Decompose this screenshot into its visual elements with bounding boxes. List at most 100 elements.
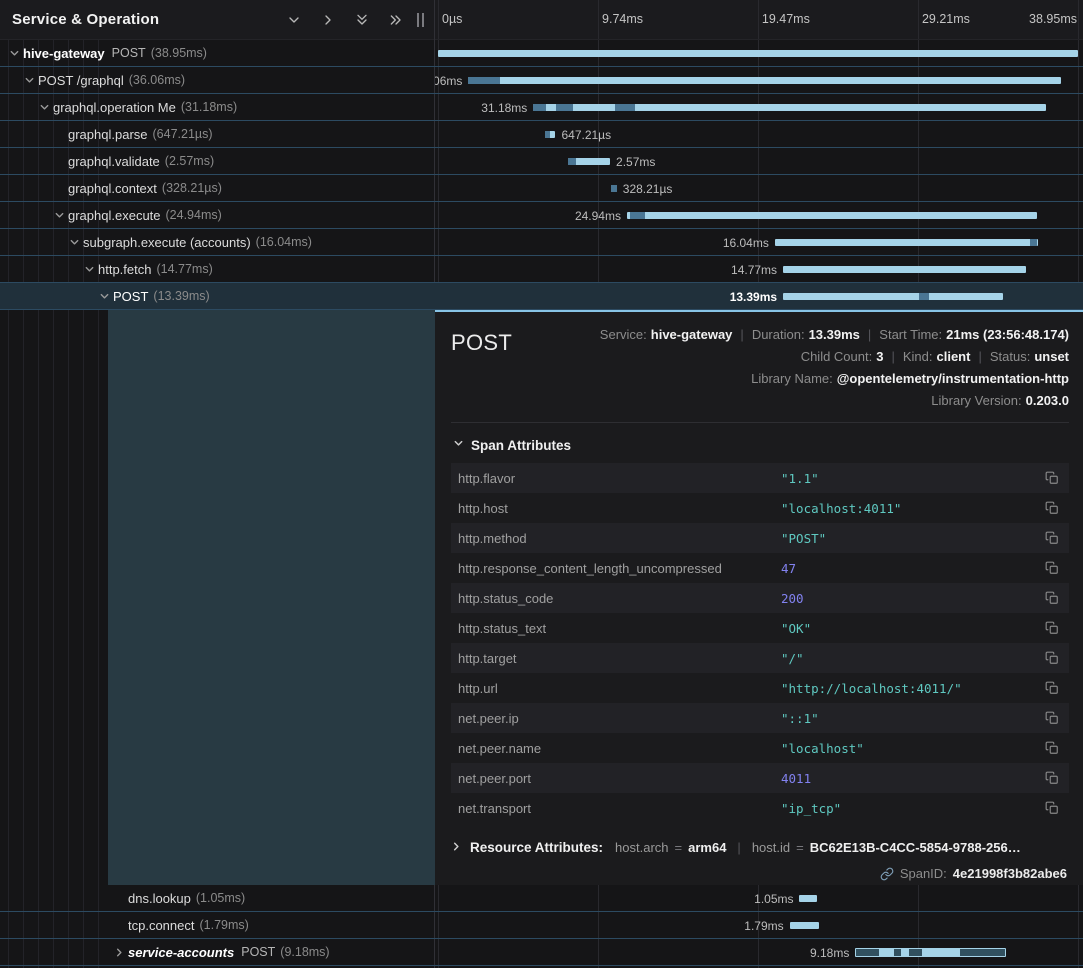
waterfall-row[interactable]: 31.18ms bbox=[435, 94, 1083, 121]
attribute-row: net.transport"ip_tcp" bbox=[451, 793, 1069, 823]
span-bar[interactable] bbox=[775, 239, 1039, 246]
span-tree-row[interactable]: subgraph.execute (accounts)(16.04ms) bbox=[0, 229, 435, 256]
meta-label: Library Name: bbox=[751, 371, 833, 386]
meta-value: 0.203.0 bbox=[1026, 393, 1069, 408]
span-tree-row[interactable]: POST(13.39ms) bbox=[0, 283, 435, 310]
expander-down-icon[interactable] bbox=[8, 47, 21, 60]
copy-icon[interactable] bbox=[1045, 531, 1059, 545]
span-duration-label: 31.18ms bbox=[481, 101, 527, 115]
chevron-right-icon[interactable] bbox=[317, 9, 339, 31]
span-bar[interactable] bbox=[438, 50, 1078, 57]
expander-down-icon[interactable] bbox=[23, 74, 36, 87]
span-tree-row[interactable]: POST /graphql(36.06ms) bbox=[0, 67, 435, 94]
span-bar[interactable] bbox=[790, 922, 819, 929]
link-icon[interactable] bbox=[880, 867, 894, 881]
chevrons-down-icon[interactable] bbox=[351, 9, 373, 31]
waterfall-row[interactable]: 1.05ms bbox=[435, 885, 1083, 912]
span-tree-row[interactable]: hive-gatewayPOST(38.95ms) bbox=[0, 40, 435, 67]
span-attributes-toggle[interactable]: Span Attributes bbox=[453, 436, 1069, 454]
span-name: service-accounts bbox=[128, 945, 234, 960]
waterfall-row[interactable]: 38.95ms bbox=[435, 40, 1083, 67]
meta-value: client bbox=[937, 349, 971, 364]
expander-down-icon[interactable] bbox=[83, 263, 96, 276]
resource-value: arm64 bbox=[688, 840, 726, 855]
meta-value: @opentelemetry/instrumentation-http bbox=[837, 371, 1069, 386]
span-bar[interactable] bbox=[568, 158, 610, 165]
waterfall-row[interactable]: 1.79ms bbox=[435, 912, 1083, 939]
expander-down-icon[interactable] bbox=[53, 209, 66, 222]
span-duration-label: 9.18ms bbox=[810, 946, 849, 960]
expander-down-icon[interactable] bbox=[38, 101, 51, 114]
waterfall-row[interactable]: 24.94ms bbox=[435, 202, 1083, 229]
span-bar[interactable] bbox=[533, 104, 1045, 111]
copy-icon[interactable] bbox=[1045, 741, 1059, 755]
resource-attributes-toggle[interactable]: Resource Attributes: host.arch=arm64|hos… bbox=[451, 840, 1069, 855]
copy-icon[interactable] bbox=[1045, 681, 1059, 695]
copy-icon[interactable] bbox=[1045, 501, 1059, 515]
copy-icon[interactable] bbox=[1045, 771, 1059, 785]
span-meta: Service:hive-gateway|Duration:13.39ms|St… bbox=[600, 324, 1069, 412]
span-bar[interactable] bbox=[468, 77, 1061, 84]
span-bar[interactable] bbox=[799, 895, 816, 902]
span-tree-row[interactable]: graphql.validate(2.57ms) bbox=[0, 148, 435, 175]
chevrons-right-icon[interactable] bbox=[385, 9, 407, 31]
tree-panel-header: Service & Operation bbox=[0, 0, 434, 40]
copy-icon[interactable] bbox=[1045, 801, 1059, 815]
span-tree-row[interactable]: tcp.connect(1.79ms) bbox=[0, 912, 435, 939]
copy-icon[interactable] bbox=[1045, 591, 1059, 605]
attribute-row: http.method"POST" bbox=[451, 523, 1069, 553]
span-bar[interactable] bbox=[627, 212, 1037, 219]
waterfall-row[interactable]: 647.21µs bbox=[435, 121, 1083, 148]
span-bar[interactable] bbox=[783, 293, 1003, 300]
span-tree-row[interactable]: graphql.operation Me(31.18ms) bbox=[0, 94, 435, 121]
waterfall-row[interactable]: 14.77ms bbox=[435, 256, 1083, 283]
expander-right-icon[interactable] bbox=[113, 946, 126, 959]
span-tree-row[interactable]: service-accountsPOST(9.18ms) bbox=[0, 939, 435, 966]
span-tree-row[interactable]: http.fetch(14.77ms) bbox=[0, 256, 435, 283]
span-name: graphql.validate bbox=[68, 154, 160, 169]
equals-sign: = bbox=[796, 840, 804, 855]
copy-icon[interactable] bbox=[1045, 651, 1059, 665]
waterfall-row[interactable]: 2.57ms bbox=[435, 148, 1083, 175]
copy-icon[interactable] bbox=[1045, 561, 1059, 575]
attribute-key: http.response_content_length_uncompresse… bbox=[458, 561, 781, 576]
waterfall-row[interactable]: 9.18ms bbox=[435, 939, 1083, 966]
expander-spacer bbox=[53, 182, 66, 195]
chevron-down-icon[interactable] bbox=[283, 9, 305, 31]
expander-down-icon[interactable] bbox=[98, 290, 111, 303]
waterfall-row[interactable]: 16.04ms bbox=[435, 229, 1083, 256]
waterfall-row[interactable]: 13.39ms bbox=[435, 283, 1083, 310]
selected-span-region[interactable] bbox=[108, 310, 435, 885]
copy-icon[interactable] bbox=[1045, 711, 1059, 725]
expander-spacer bbox=[53, 155, 66, 168]
equals-sign: = bbox=[675, 840, 683, 855]
span-bar-segment bbox=[611, 185, 616, 192]
copy-icon[interactable] bbox=[1045, 471, 1059, 485]
attribute-value: 200 bbox=[781, 591, 1037, 606]
span-bar[interactable] bbox=[783, 266, 1026, 273]
attribute-row: http.target"/" bbox=[451, 643, 1069, 673]
meta-label: Status: bbox=[990, 349, 1030, 364]
resource-separator: | bbox=[737, 840, 740, 855]
attribute-value: 4011 bbox=[781, 771, 1037, 786]
meta-separator: | bbox=[740, 327, 743, 342]
panel-resize-handle[interactable] bbox=[415, 11, 426, 29]
copy-icon[interactable] bbox=[1045, 621, 1059, 635]
waterfall-row[interactable]: 36.06ms bbox=[435, 67, 1083, 94]
span-duration: (647.21µs) bbox=[153, 127, 213, 141]
attribute-key: net.peer.name bbox=[458, 741, 781, 756]
timeline-gridline bbox=[918, 0, 919, 39]
span-name: dns.lookup bbox=[128, 891, 191, 906]
attribute-key: net.peer.ip bbox=[458, 711, 781, 726]
span-tree-row[interactable]: graphql.parse(647.21µs) bbox=[0, 121, 435, 148]
span-tree-row[interactable]: graphql.context(328.21µs) bbox=[0, 175, 435, 202]
span-bar[interactable] bbox=[855, 948, 1006, 957]
span-bar[interactable] bbox=[545, 131, 556, 138]
span-tree-row[interactable]: dns.lookup(1.05ms) bbox=[0, 885, 435, 912]
span-meta-line: Service:hive-gateway|Duration:13.39ms|St… bbox=[600, 324, 1069, 346]
span-bar[interactable] bbox=[611, 185, 616, 192]
span-bar-segment bbox=[568, 158, 576, 165]
waterfall-row[interactable]: 328.21µs bbox=[435, 175, 1083, 202]
expander-down-icon[interactable] bbox=[68, 236, 81, 249]
span-tree-row[interactable]: graphql.execute(24.94ms) bbox=[0, 202, 435, 229]
